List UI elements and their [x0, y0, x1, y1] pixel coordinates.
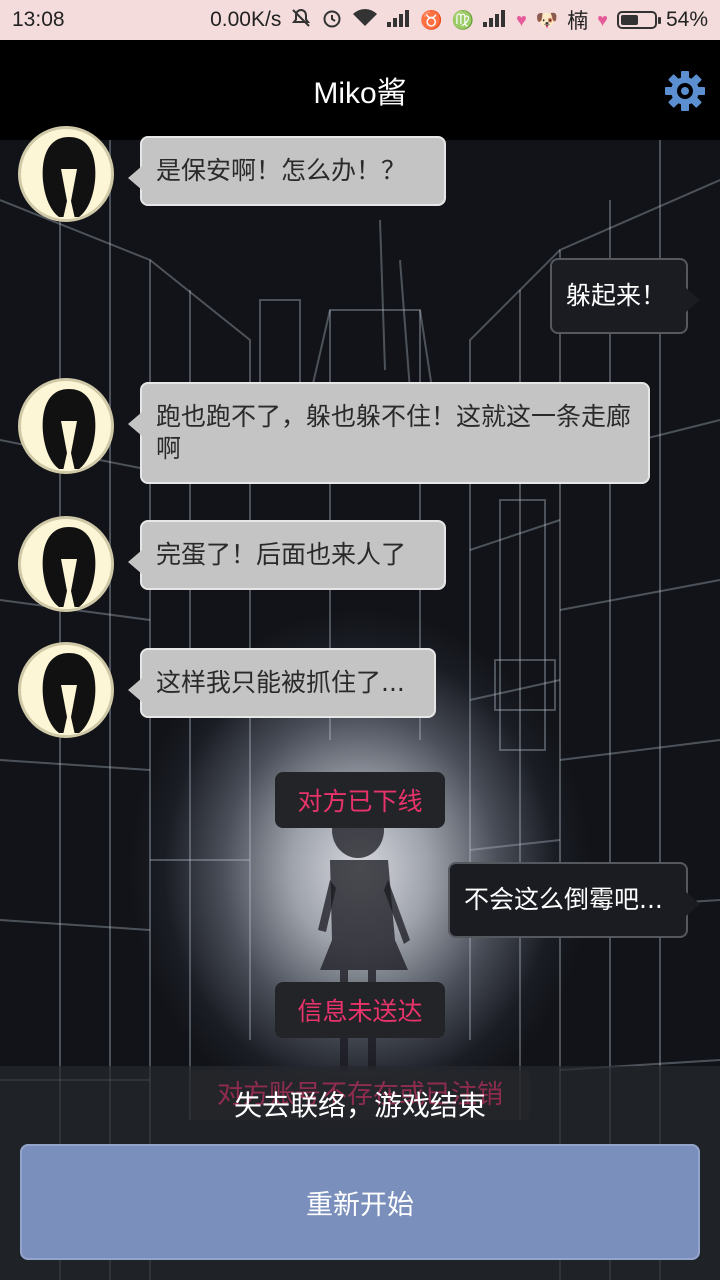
message-text: 完蛋了！后面也来人了 — [156, 540, 407, 569]
user-name: 楠 — [567, 10, 589, 33]
message-text: 躲起来！ — [566, 281, 667, 310]
gear-icon[interactable] — [664, 70, 706, 112]
system-notice: 信息未送达 — [275, 982, 445, 1038]
battery-percent: 54% — [665, 8, 708, 31]
message-bubble: 完蛋了！后面也来人了 — [128, 520, 446, 590]
message-bubble: 躲起来！ — [550, 258, 700, 334]
clock: 13:08 — [12, 8, 65, 31]
taurus-icon: ♉ — [420, 9, 443, 30]
system-notice-text: 信息未送达 — [297, 997, 423, 1026]
message-text: 这样我只能被抓住了... — [156, 668, 405, 697]
heart-icon: ♥ — [516, 9, 527, 30]
message-text: 是保安啊！怎么办！？ — [156, 156, 407, 185]
heart-icon: ♥ — [597, 9, 608, 30]
status-bar-left: 13:08 — [12, 8, 65, 32]
avatar[interactable] — [18, 642, 114, 738]
restart-button-label: 重新开始 — [306, 1189, 414, 1221]
status-bar: 13:08 0.00K/s ♉ ♍ ♥ 🐶 楠 ♥ 54% — [0, 0, 720, 40]
alarm-icon — [321, 7, 343, 34]
message-bubble: 不会这么倒霉吧... — [448, 862, 700, 938]
dog-icon: 🐶 — [535, 9, 559, 30]
system-notice-text: 对方已下线 — [297, 787, 423, 816]
message-text: 不会这么倒霉吧... — [464, 885, 663, 914]
message-bubble: 这样我只能被抓住了... — [128, 648, 436, 718]
restart-button[interactable]: 重新开始 — [20, 1144, 700, 1260]
avatar[interactable] — [18, 516, 114, 612]
wifi-icon — [352, 8, 378, 33]
message-bubble: 跑也跑不了，躲也躲不住！这就这一条走廊啊 — [128, 382, 650, 484]
avatar[interactable] — [18, 126, 114, 222]
mute-icon — [290, 7, 312, 34]
battery-fill — [620, 15, 639, 25]
signal-icon — [483, 9, 507, 32]
system-notice: 对方已下线 — [275, 772, 445, 828]
message-bubble: 是保安啊！怎么办！？ — [128, 136, 446, 206]
battery-icon — [616, 11, 661, 29]
virgo-icon: ♍ — [451, 9, 475, 30]
status-bar-right: 0.00K/s ♉ ♍ ♥ 🐶 楠 ♥ 54% — [210, 5, 708, 35]
avatar[interactable] — [18, 378, 114, 474]
game-over-message: 失去联络，游戏结束 — [233, 1089, 486, 1122]
signal-icon — [387, 9, 411, 32]
page-title: Miko酱 — [313, 77, 407, 110]
network-speed: 0.00K/s — [210, 8, 282, 31]
message-text: 跑也跑不了，躲也躲不住！这就这一条走廊啊 — [156, 402, 632, 463]
title-bar: Miko酱 — [0, 40, 720, 140]
